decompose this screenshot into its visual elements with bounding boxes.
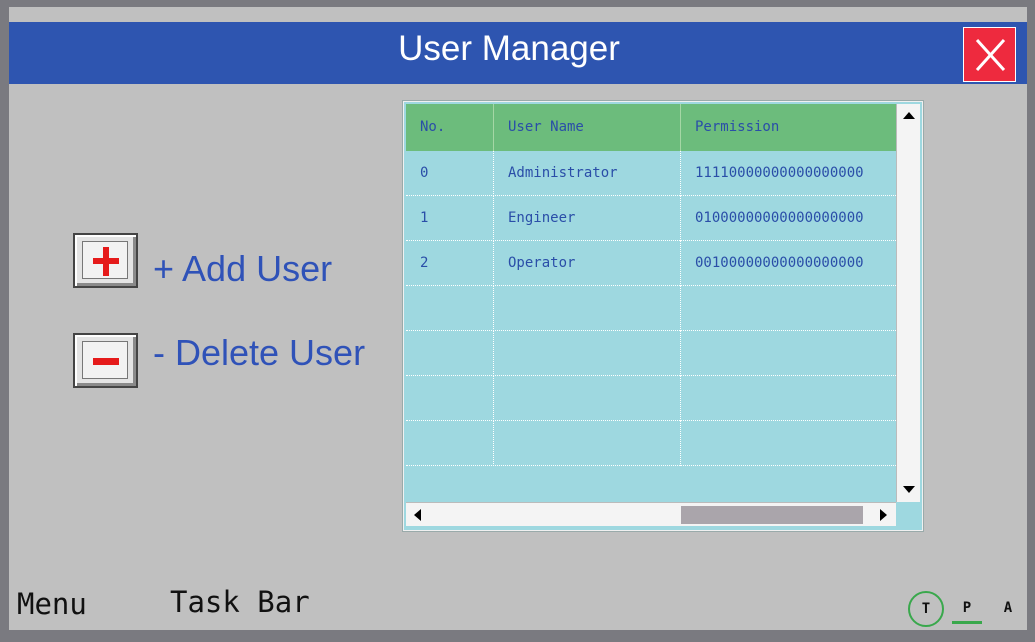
minus-icon [93, 358, 119, 365]
header-no[interactable]: No. [406, 104, 494, 151]
add-user-button[interactable] [73, 233, 138, 288]
close-button[interactable] [963, 27, 1016, 82]
horizontal-scrollbar[interactable] [406, 502, 896, 526]
scrollbar-corner [896, 502, 920, 526]
header-user-name[interactable]: User Name [494, 104, 681, 151]
vertical-scrollbar[interactable] [896, 104, 920, 502]
table-row[interactable]: 0 Administrator 11110000000000000000 [406, 151, 896, 196]
cell-user-name: Administrator [494, 151, 681, 196]
table-row[interactable] [406, 286, 896, 331]
table-row[interactable] [406, 376, 896, 421]
delete-user-button[interactable] [73, 333, 138, 388]
status-indicator-t: T [908, 591, 944, 627]
cell-no [406, 376, 494, 421]
cell-user-name [494, 331, 681, 376]
cell-permission [681, 376, 896, 421]
scroll-right-button[interactable] [872, 504, 894, 526]
task-bar-label[interactable]: Task Bar [170, 585, 310, 619]
cell-permission: 11110000000000000000 [695, 165, 864, 181]
triangle-down-icon [903, 486, 915, 493]
triangle-right-icon [880, 509, 887, 521]
table-row[interactable]: 1 Engineer 01000000000000000000 [406, 196, 896, 241]
cell-no [406, 286, 494, 331]
cell-user-name: Engineer [494, 196, 681, 241]
cell-user-name [494, 421, 681, 466]
horizontal-scroll-thumb[interactable] [681, 506, 863, 524]
window-title: User Manager [398, 29, 620, 68]
scroll-down-button[interactable] [898, 478, 920, 500]
table-row[interactable]: 2 Operator 00100000000000000000 [406, 241, 896, 286]
close-x-icon [975, 38, 1006, 72]
cell-permission: 00100000000000000000 [695, 255, 864, 271]
table-header: No. User Name Permission [406, 104, 896, 151]
add-user-label[interactable]: + Add User [153, 248, 332, 290]
cell-permission [681, 331, 896, 376]
cell-no: 0 [406, 151, 494, 196]
plus-icon [93, 247, 119, 276]
delete-user-label[interactable]: - Delete User [153, 332, 365, 374]
triangle-up-icon [903, 112, 915, 119]
cell-user-name [494, 286, 681, 331]
cell-permission [681, 286, 896, 331]
scroll-up-button[interactable] [898, 105, 920, 127]
title-bar: User Manager [9, 22, 1027, 84]
status-indicator-a: A [1003, 600, 1013, 616]
triangle-left-icon [414, 509, 421, 521]
cell-user-name [494, 376, 681, 421]
cell-no [406, 331, 494, 376]
cell-permission [681, 421, 896, 466]
menu-label[interactable]: Menu [17, 587, 87, 621]
status-indicator-p: P [952, 594, 982, 624]
header-permission[interactable]: Permission [681, 104, 896, 151]
cell-user-name: Operator [494, 241, 681, 286]
cell-no: 2 [406, 241, 494, 286]
table-row[interactable] [406, 421, 896, 466]
scroll-left-button[interactable] [407, 504, 429, 526]
table-row[interactable] [406, 331, 896, 376]
user-table[interactable]: No. User Name Permission 0 Administrator… [403, 101, 923, 531]
cell-permission: 01000000000000000000 [695, 210, 864, 226]
cell-no [406, 421, 494, 466]
cell-no: 1 [406, 196, 494, 241]
